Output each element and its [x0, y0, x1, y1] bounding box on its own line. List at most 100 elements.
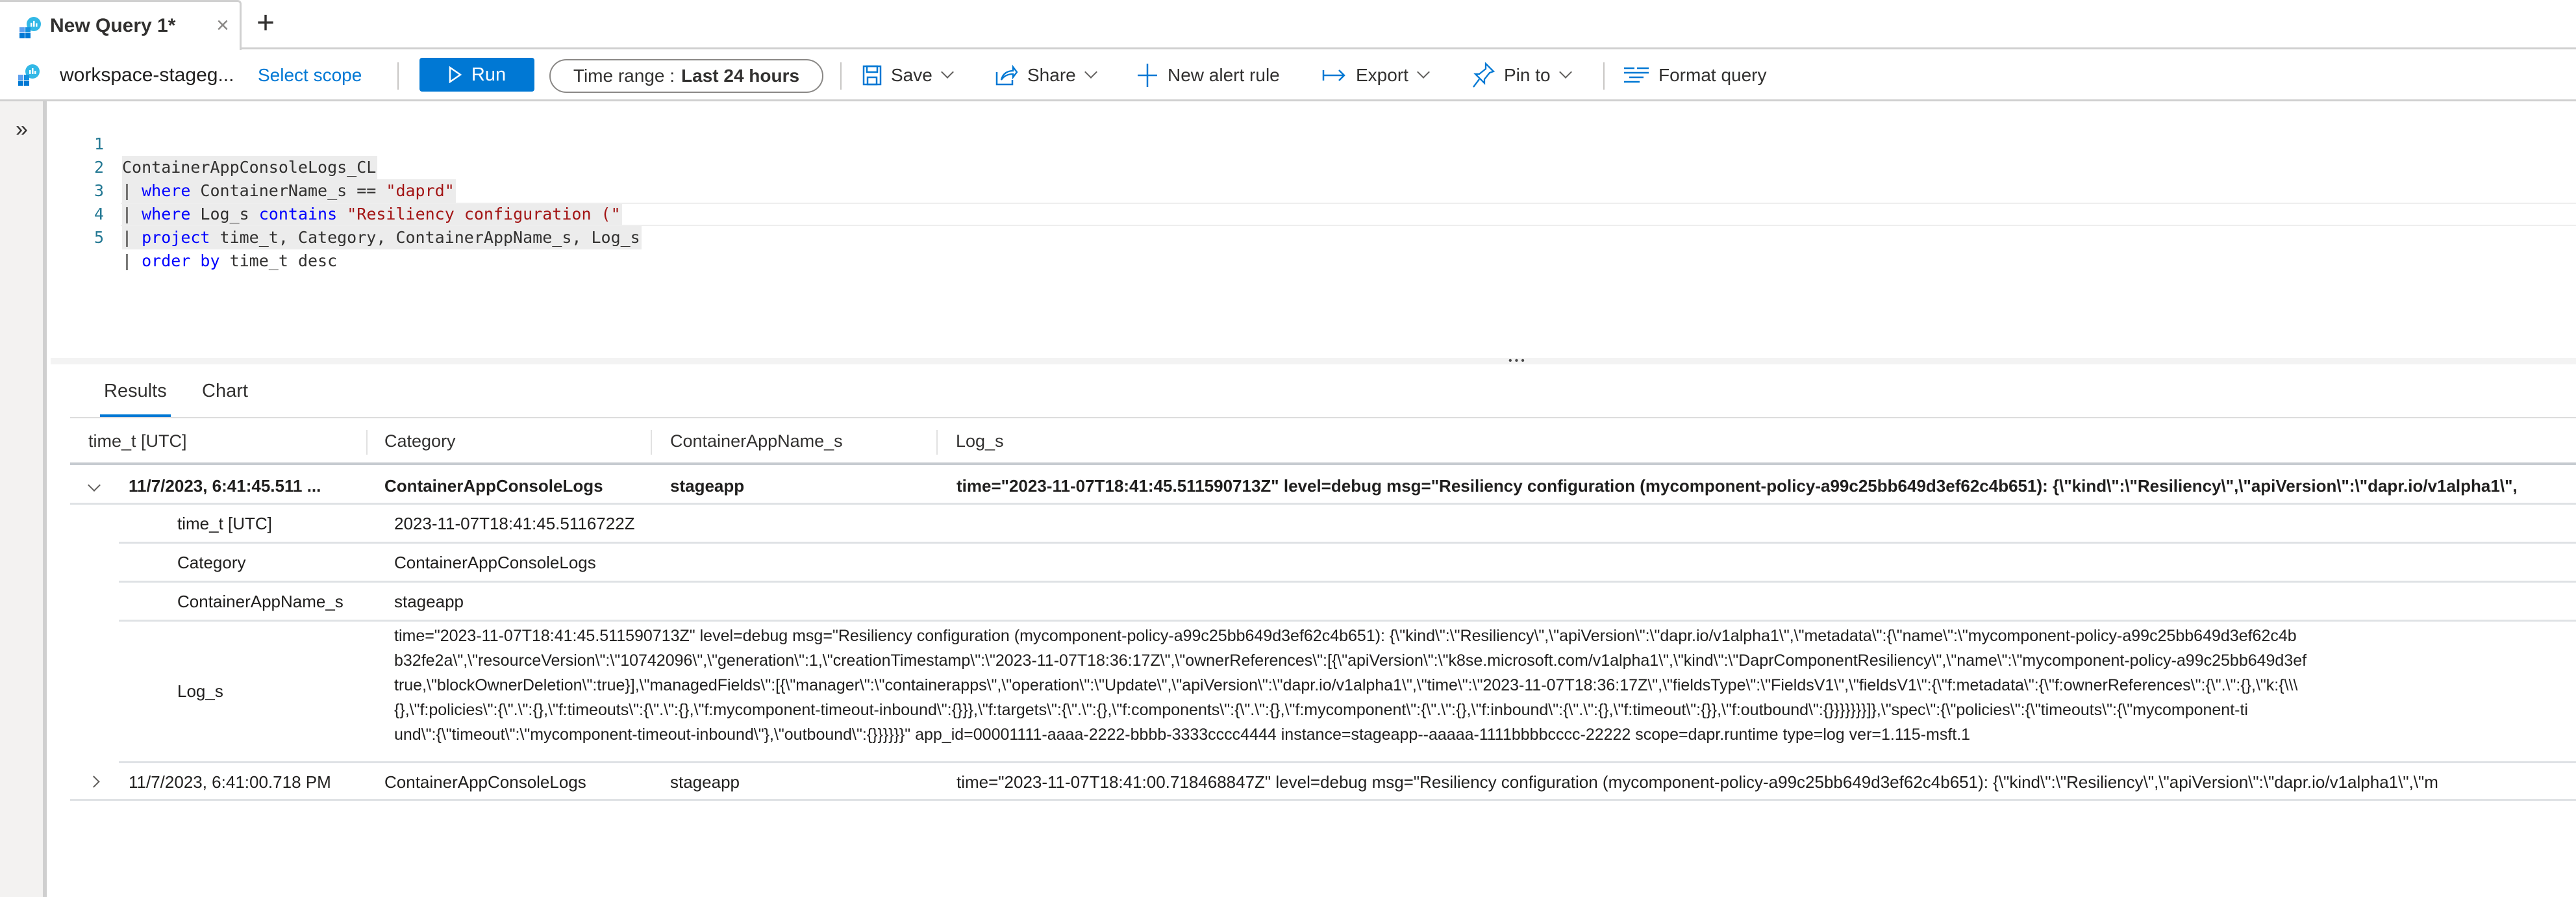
pin-to-button[interactable]: Pin to: [1471, 49, 1570, 101]
chevron-down-icon: [1418, 70, 1428, 81]
detail-label: Log_s: [177, 681, 223, 701]
keyword: order by: [142, 251, 220, 270]
code-text: ContainerAppConsoleLogs_CL: [122, 156, 378, 179]
select-scope-link[interactable]: Select scope: [258, 49, 362, 101]
code-line: 5 | order by time_t desc: [51, 203, 337, 270]
format-query-button[interactable]: Format query: [1623, 49, 1767, 101]
detail-label: ContainerAppName_s: [177, 592, 344, 611]
pane-splitter[interactable]: •••: [51, 355, 2576, 366]
chevron-down-icon: [1085, 70, 1095, 81]
code-line: 3 | where Log_s contains "Resiliency con…: [51, 156, 622, 226]
detail-value: stageapp: [394, 592, 464, 611]
new-alert-rule-button[interactable]: New alert rule: [1136, 49, 1280, 101]
pin-to-label: Pin to: [1504, 65, 1551, 85]
cell-app-name: stageapp: [670, 476, 745, 496]
format-query-label: Format query: [1658, 65, 1767, 85]
tab-bar: New Query 1* × +: [0, 0, 2576, 50]
expression: ContainerName_s ==: [190, 181, 386, 200]
time-range-picker[interactable]: Time range : Last 24 hours: [549, 59, 823, 93]
format-icon: [1624, 67, 1649, 83]
detail-value: 2023-11-07T18:41:45.5116722Z: [394, 514, 635, 533]
keyword: project: [142, 228, 210, 247]
cell-time: 11/7/2023, 6:41:45.511 ...: [129, 476, 321, 496]
log-line: true,\"blockOwnerDeletion\":true}],\"man…: [394, 676, 2298, 694]
plus-icon: [1138, 64, 1157, 87]
query-toolbar: workspace-stageg... Select scope Run Tim…: [0, 49, 2576, 101]
column-divider[interactable]: [366, 430, 368, 455]
expression: time_t desc: [219, 251, 338, 270]
detail-label: time_t [UTC]: [177, 514, 272, 533]
new-alert-rule-label: New alert rule: [1168, 65, 1280, 85]
detail-row: Category ContainerAppConsoleLogs: [119, 544, 2576, 583]
expand-sidebar-icon[interactable]: »: [16, 117, 28, 142]
keyword: where: [142, 181, 191, 200]
table-name: ContainerAppConsoleLogs_CL: [122, 158, 377, 177]
code-text: | project time_t, Category, ContainerApp…: [122, 226, 642, 249]
chevron-down-icon: [942, 70, 952, 81]
cell-app-name: stageapp: [670, 772, 740, 792]
export-icon: [1322, 69, 1345, 81]
pipe: |: [122, 181, 142, 200]
left-rail: »: [0, 101, 47, 897]
log-line: time="2023-11-07T18:41:45.511590713Z" le…: [394, 627, 2297, 645]
chevron-down-icon: [88, 479, 101, 492]
detail-row: time_t [UTC] 2023-11-07T18:41:45.5116722…: [119, 505, 2576, 544]
toolbar-divider: [397, 62, 399, 90]
pipe: |: [122, 251, 142, 270]
detail-label: Category: [177, 553, 246, 572]
column-divider[interactable]: [936, 430, 938, 455]
share-label: Share: [1027, 65, 1076, 85]
chevron-down-icon: [1560, 70, 1570, 81]
workspace-name: workspace-stageg...: [60, 64, 234, 86]
tab-results[interactable]: Results: [100, 381, 171, 418]
tab-chart[interactable]: Chart: [202, 381, 248, 402]
log-analytics-icon: [19, 17, 41, 38]
code-text: | where ContainerName_s == "daprd": [122, 179, 456, 203]
column-header-app-name[interactable]: ContainerAppName_s: [670, 431, 843, 451]
cell-category: ContainerAppConsoleLogs: [384, 476, 603, 496]
column-header-category[interactable]: Category: [384, 431, 456, 451]
toolbar-divider: [840, 62, 842, 90]
drag-handle-icon: •••: [1508, 355, 1527, 366]
chevron-right-icon: [88, 776, 100, 788]
code-line: 4 | project time_t, Category, ContainerA…: [51, 179, 642, 249]
tab-new-query[interactable]: New Query 1* ×: [0, 0, 242, 50]
close-tab-icon[interactable]: ×: [216, 13, 229, 38]
code-line: 2 | where ContainerName_s == "daprd": [51, 133, 456, 203]
code-text: | order by time_t desc: [122, 249, 338, 273]
cell-time: 11/7/2023, 6:41:00.718 PM: [129, 772, 331, 792]
log-line: {},\"f:policies\":{\".\":{},\"f:timeouts…: [394, 701, 2248, 719]
column-divider[interactable]: [651, 430, 652, 455]
line-number: 5: [94, 228, 104, 247]
log-line: b32fe2a\",\"resourceVersion\":\"10742096…: [394, 651, 2307, 670]
pipe: |: [122, 228, 142, 247]
add-tab-button[interactable]: +: [256, 5, 275, 41]
share-button[interactable]: Share: [995, 49, 1095, 101]
time-range-value: Last 24 hours: [681, 66, 800, 86]
cell-log: time="2023-11-07T18:41:00.718468847Z" le…: [957, 772, 2438, 792]
export-button[interactable]: Export: [1322, 49, 1428, 101]
play-icon: [449, 66, 462, 83]
cell-category: ContainerAppConsoleLogs: [384, 772, 586, 792]
tab-title: New Query 1*: [50, 15, 176, 36]
run-button[interactable]: Run: [419, 58, 534, 92]
log-analytics-icon: [18, 64, 40, 86]
query-editor[interactable]: 1 ContainerAppConsoleLogs_CL 2 | where C…: [51, 101, 2576, 357]
column-header-log[interactable]: Log_s: [956, 431, 1004, 451]
column-header-time[interactable]: time_t [UTC]: [88, 431, 187, 451]
export-label: Export: [1356, 65, 1408, 85]
toolbar-divider: [1603, 62, 1605, 90]
code-line: 1 ContainerAppConsoleLogs_CL: [51, 109, 378, 179]
detail-row: ContainerAppName_s stageapp: [119, 583, 2576, 622]
current-line-highlight: [121, 203, 2576, 226]
cell-log: time="2023-11-07T18:41:45.511590713Z" le…: [957, 476, 2518, 496]
table-row[interactable]: 11/7/2023, 6:41:00.718 PM ContainerAppCo…: [70, 763, 2576, 801]
run-label: Run: [471, 64, 506, 85]
detail-value: ContainerAppConsoleLogs: [394, 553, 596, 572]
table-row[interactable]: 11/7/2023, 6:41:45.511 ... ContainerAppC…: [70, 467, 2576, 505]
collapse-row-button[interactable]: [88, 474, 101, 494]
expand-row-button[interactable]: [88, 770, 100, 790]
save-button[interactable]: Save: [862, 49, 952, 101]
workspace-scope[interactable]: workspace-stageg...: [17, 49, 234, 101]
time-range-label: Time range :: [573, 66, 675, 86]
